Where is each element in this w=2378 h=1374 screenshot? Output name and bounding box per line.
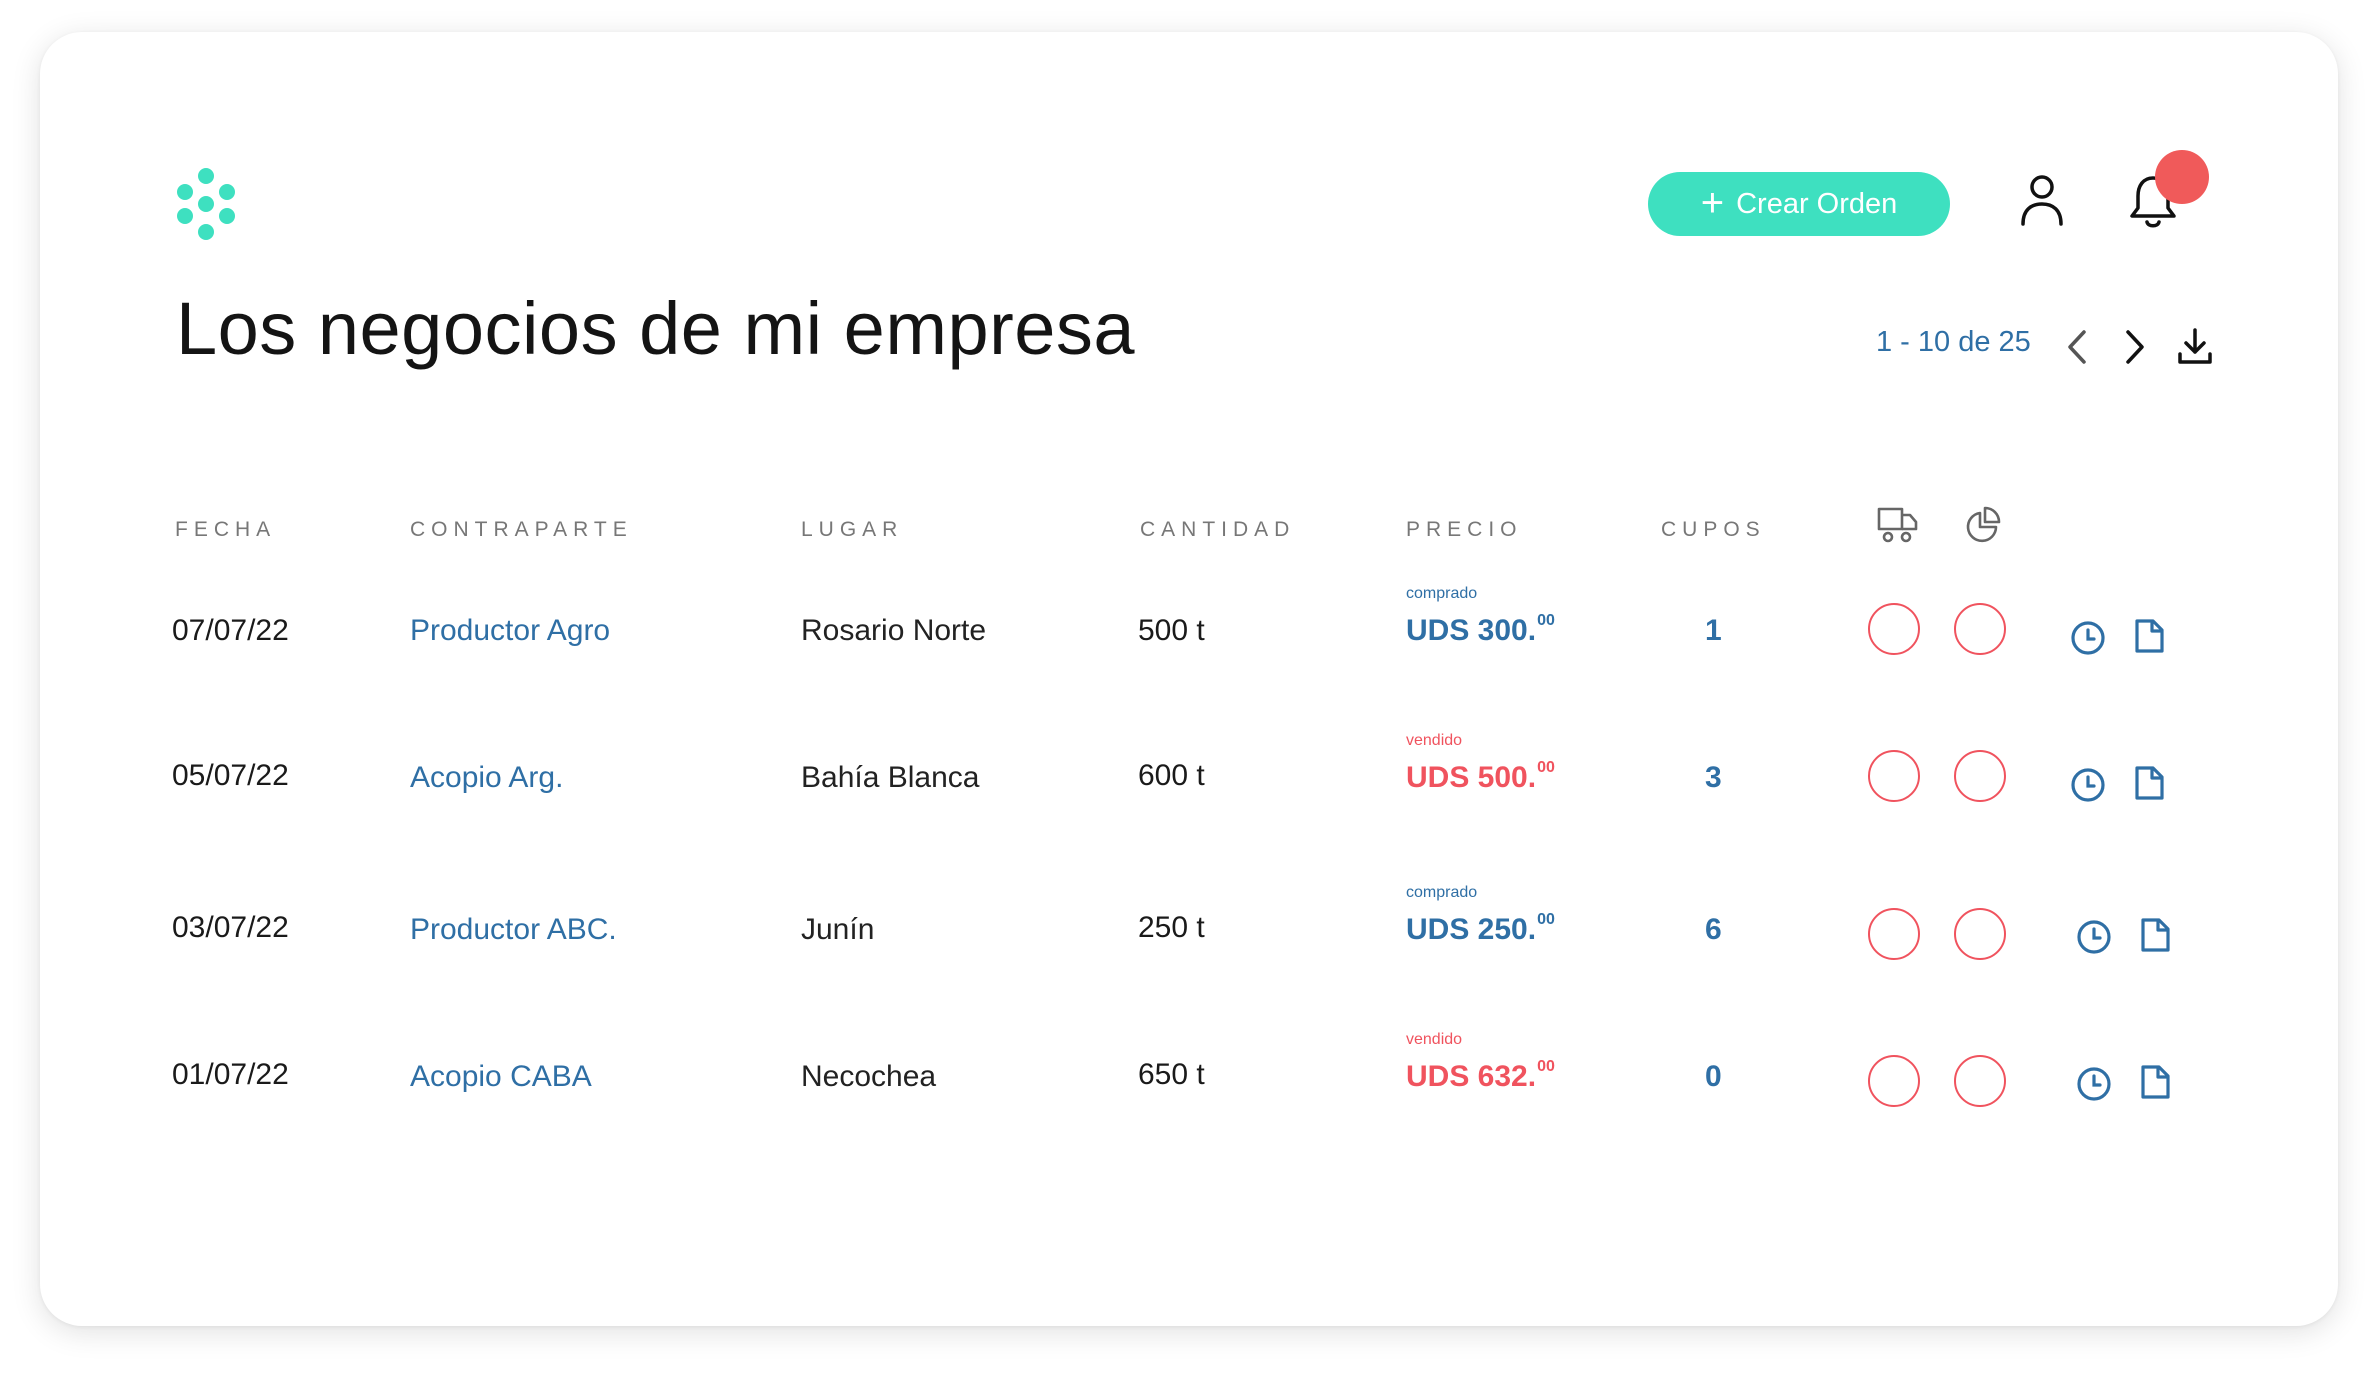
row-3-document-icon[interactable] (2136, 916, 2174, 954)
chevron-left-icon[interactable] (2060, 326, 2094, 368)
row-4-place: Necochea (801, 1060, 937, 1093)
row-2-chart-status[interactable] (1954, 750, 2006, 802)
row-2-document-icon[interactable] (2130, 764, 2168, 802)
row-4-truck-status[interactable] (1868, 1055, 1920, 1107)
pagination-label: 1 - 10 de 25 (1876, 326, 2031, 358)
row-4-clock-icon[interactable] (2075, 1065, 2113, 1103)
row-4-price-note: vendido (1406, 1031, 1463, 1048)
column-header-cantidad: CANTIDAD (1140, 518, 1296, 541)
row-2-cupos: 3 (1705, 761, 1722, 794)
row-4-document-icon[interactable] (2136, 1063, 2174, 1101)
row-1-counterparty-link[interactable]: Productor Agro (410, 614, 610, 648)
row-1-place: Rosario Norte (801, 614, 987, 647)
row-4-price: UDS 632.00 (1406, 1058, 1555, 1094)
row-3-date: 03/07/22 (172, 911, 289, 944)
truck-icon (1877, 507, 1918, 543)
row-1-document-icon[interactable] (2130, 617, 2168, 655)
column-header-fecha: FECHA (175, 518, 277, 541)
row-4-chart-status[interactable] (1954, 1055, 2006, 1107)
pie-chart-icon (1966, 506, 2001, 543)
row-2-date: 05/07/22 (172, 759, 289, 792)
row-1-quantity: 500 t (1138, 614, 1205, 647)
row-3-price-value: UDS 250. (1406, 913, 1537, 946)
row-2-price-value: UDS 500. (1406, 761, 1537, 794)
row-1-cupos: 1 (1705, 614, 1722, 647)
plus-icon: + (1700, 180, 1725, 225)
download-icon[interactable] (2175, 326, 2215, 368)
column-header-lugar: LUGAR (801, 518, 904, 541)
column-header-precio: PRECIO (1406, 518, 1523, 541)
row-4-price-cents: 00 (1537, 1058, 1555, 1075)
column-header-cupos: CUPOS (1661, 518, 1766, 541)
row-3-place: Junín (801, 913, 875, 946)
row-2-clock-icon[interactable] (2069, 766, 2107, 804)
row-3-price-note: comprado (1406, 884, 1478, 901)
row-1-clock-icon[interactable] (2069, 619, 2107, 657)
row-1-price: UDS 300.00 (1406, 612, 1555, 648)
row-1-price-value: UDS 300. (1406, 614, 1537, 647)
row-3-counterparty-link[interactable]: Productor ABC. (410, 913, 617, 947)
row-4-cupos: 0 (1705, 1060, 1722, 1093)
row-3-price-cents: 00 (1537, 911, 1555, 928)
row-3-cupos: 6 (1705, 913, 1722, 946)
column-header-contraparte: CONTRAPARTE (410, 518, 633, 541)
row-3-truck-status[interactable] (1868, 908, 1920, 960)
row-3-clock-icon[interactable] (2075, 918, 2113, 956)
row-4-price-value: UDS 632. (1406, 1060, 1537, 1093)
row-3-quantity: 250 t (1138, 911, 1205, 944)
row-4-quantity: 650 t (1138, 1058, 1205, 1091)
row-4-counterparty-link[interactable]: Acopio CABA (410, 1060, 592, 1094)
notification-badge[interactable] (2155, 150, 2209, 204)
row-2-counterparty-link[interactable]: Acopio Arg. (410, 761, 563, 795)
row-2-quantity: 600 t (1138, 759, 1205, 792)
row-4-date: 01/07/22 (172, 1058, 289, 1091)
row-2-truck-status[interactable] (1868, 750, 1920, 802)
row-2-price: UDS 500.00 (1406, 759, 1555, 795)
page-title: Los negocios de mi empresa (176, 287, 1136, 370)
row-1-date: 07/07/22 (172, 614, 289, 647)
row-2-price-cents: 00 (1537, 759, 1555, 776)
row-1-truck-status[interactable] (1868, 603, 1920, 655)
user-icon[interactable] (2017, 172, 2067, 230)
row-3-chart-status[interactable] (1954, 908, 2006, 960)
main-card (40, 32, 2338, 1326)
row-1-price-cents: 00 (1537, 612, 1555, 629)
row-2-price-note: vendido (1406, 732, 1463, 749)
chevron-right-icon[interactable] (2118, 326, 2152, 368)
row-2-place: Bahía Blanca (801, 761, 980, 794)
row-1-chart-status[interactable] (1954, 603, 2006, 655)
row-1-price-note: comprado (1406, 585, 1478, 602)
create-order-button[interactable]: + Crear Orden (1648, 172, 1950, 236)
row-3-price: UDS 250.00 (1406, 911, 1555, 947)
create-order-label: Crear Orden (1736, 187, 1898, 220)
logo-icon (177, 168, 235, 240)
